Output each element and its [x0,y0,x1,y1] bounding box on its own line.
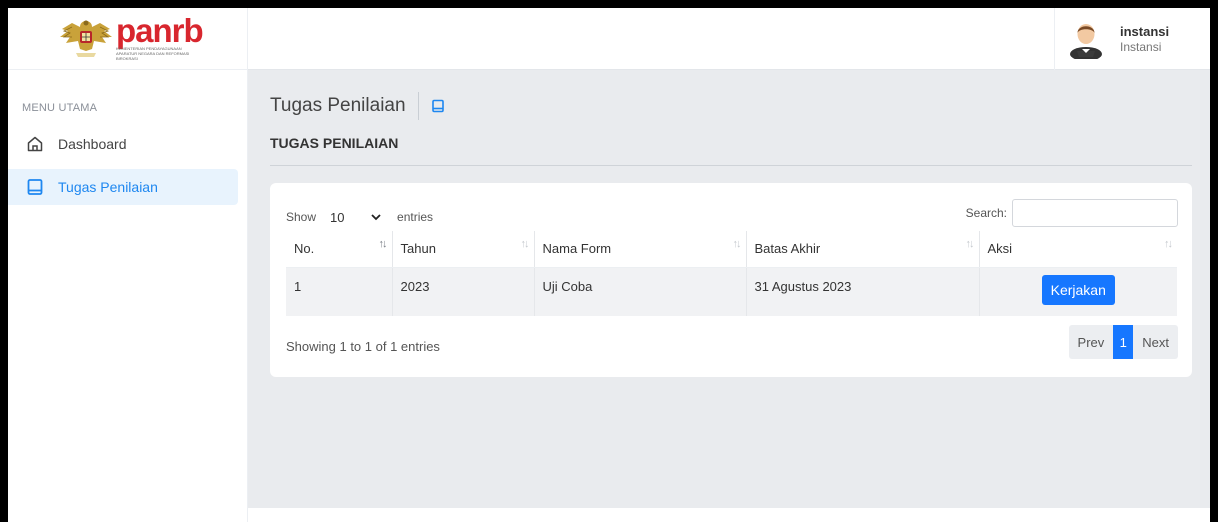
column-header-nama-form[interactable]: Nama Form ↑↓ [534,231,747,268]
page-title: Tugas Penilaian [270,95,406,116]
entries-select[interactable]: 10 [321,205,387,229]
search-label: Search: [965,206,1007,220]
sort-icon: ↑↓ [732,238,742,250]
main-content: Tugas Penilaian TUGAS PENILAIAN Show 10 … [248,70,1210,522]
sidebar-item-label: Tugas Penilaian [58,179,158,195]
cell-tahun: 2023 [392,267,535,316]
chevron-down-icon [371,213,381,220]
brand-name: panrb [116,12,204,49]
entries-label: entries [397,210,434,224]
sidebar: panrb KEMENTERIAN PENDAYAGUNAAN APARATUR… [8,8,248,522]
table-card: Show 10 entries Search: No. ↑↓ Tahun ↑↓ … [270,183,1192,377]
table-info: Showing 1 to 1 of 1 entries [286,339,440,354]
cell-batas-akhir: 31 Agustus 2023 [746,267,980,316]
sort-icon: ↑↓ [520,238,530,250]
pagination: Prev 1 Next [1068,325,1178,359]
entries-length: Show 10 entries [286,205,433,229]
data-table: No. ↑↓ Tahun ↑↓ Nama Form ↑↓ Batas Akhir ↑↓ … [286,231,1177,316]
show-label: Show [286,210,317,224]
book-icon [431,99,445,113]
cell-aksi: Kerjakan [979,267,1177,316]
sort-icon: ↑↓ [1164,238,1173,250]
logo[interactable]: panrb KEMENTERIAN PENDAYAGUNAAN APARATUR… [8,8,247,70]
cell-nama-form: Uji Coba [534,267,747,316]
user-name: instansi [1120,24,1170,39]
user-menu[interactable]: instansi Instansi [1054,8,1192,70]
sort-icon: ↑↓ [378,238,388,250]
menu-heading: MENU UTAMA [22,102,98,114]
sort-icon: ↑↓ [965,238,975,250]
top-header: instansi Instansi [248,8,1210,70]
search-input[interactable] [1012,199,1178,227]
table-header-row: No. ↑↓ Tahun ↑↓ Nama Form ↑↓ Batas Akhir ↑↓ … [286,231,1177,268]
book-icon [24,176,46,198]
section-title: TUGAS PENILAIAN [270,135,1192,166]
kerjakan-button[interactable]: Kerjakan [1041,274,1115,305]
app-window: panrb KEMENTERIAN PENDAYAGUNAAN APARATUR… [8,8,1210,522]
home-icon [24,133,46,155]
cell-no: 1 [286,267,393,316]
entries-value: 10 [330,209,345,225]
garuda-emblem-icon [60,20,112,57]
next-page-button[interactable]: Next [1133,325,1178,359]
prev-page-button[interactable]: Prev [1068,325,1114,359]
footer [248,508,1210,522]
table-row: 1 2023 Uji Coba 31 Agustus 2023 Kerjakan [286,267,1177,316]
column-header-aksi[interactable]: Aksi ↑↓ [979,231,1177,268]
sidebar-item-label: Dashboard [58,136,127,152]
brand-subtitle: KEMENTERIAN PENDAYAGUNAAN APARATUR NEGAR… [116,46,190,61]
column-header-no[interactable]: No. ↑↓ [286,231,393,268]
column-header-batas-akhir[interactable]: Batas Akhir ↑↓ [746,231,980,268]
user-role: Instansi [1120,40,1162,54]
sidebar-item-dashboard[interactable]: Dashboard [8,126,238,162]
search-area: Search: [966,199,1178,227]
page-1-button[interactable]: 1 [1113,325,1134,359]
avatar [1070,24,1102,59]
sidebar-item-tugas-penilaian[interactable]: Tugas Penilaian [8,169,238,205]
column-header-tahun[interactable]: Tahun ↑↓ [392,231,535,268]
title-divider [417,92,419,120]
title-row: Tugas Penilaian [270,92,445,120]
